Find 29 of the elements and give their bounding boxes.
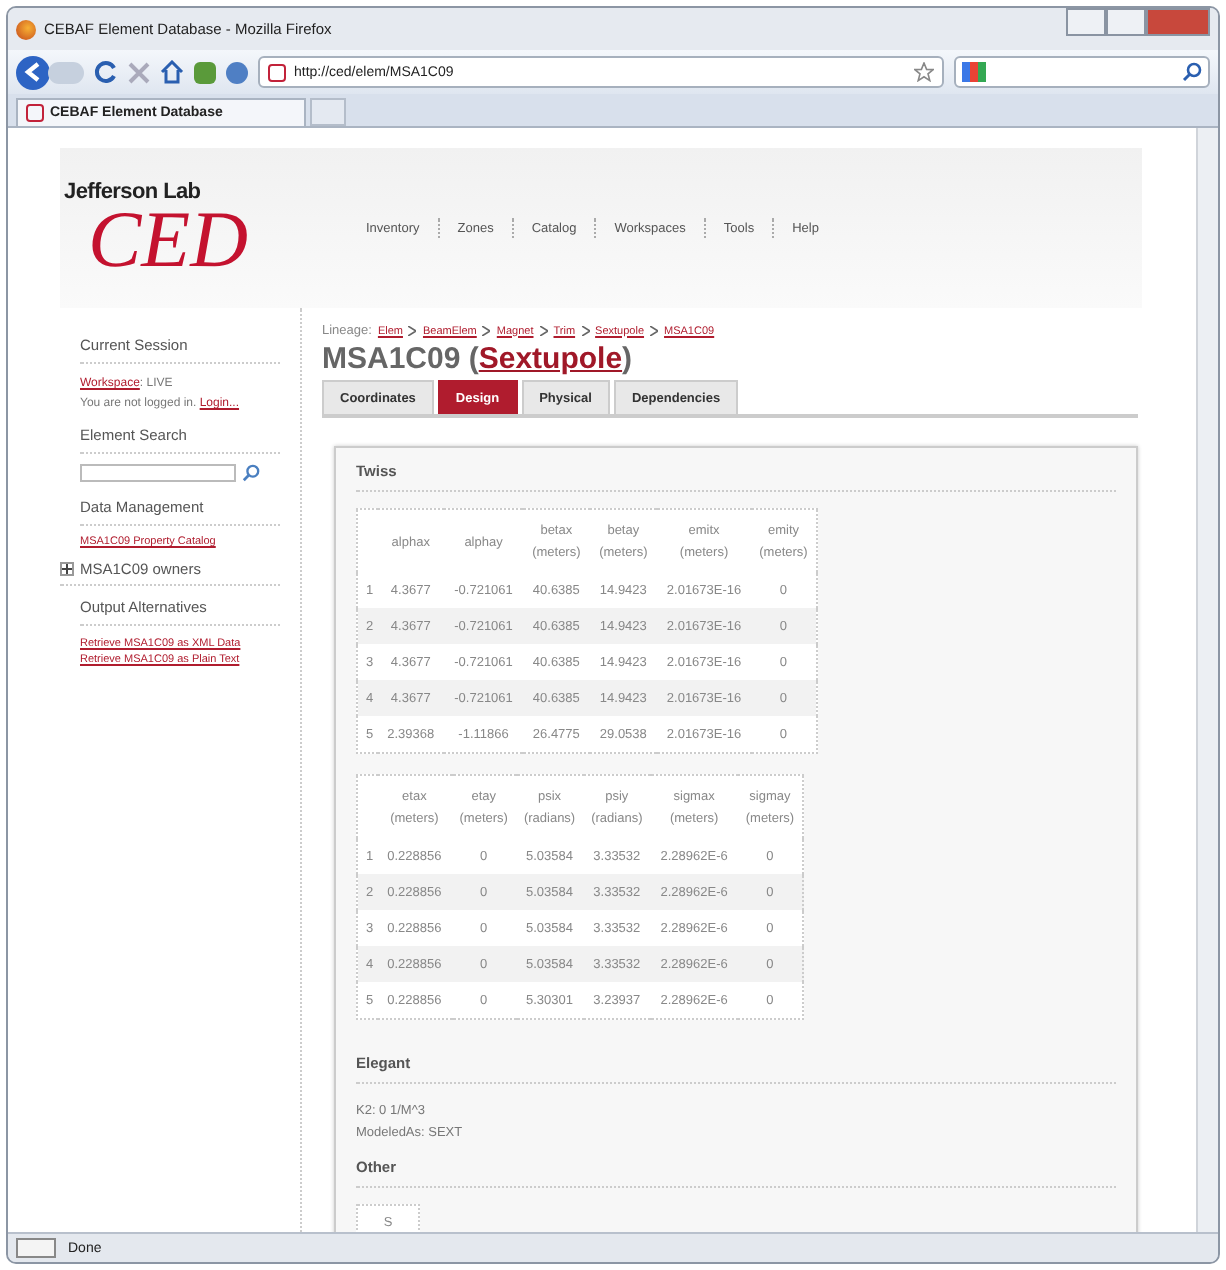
scrollbar[interactable] xyxy=(1196,128,1218,1232)
type-link[interactable]: Sextupole xyxy=(478,342,623,376)
chevron-icon xyxy=(650,326,659,336)
stop-icon[interactable] xyxy=(128,61,150,83)
chevron-icon xyxy=(581,326,590,336)
chevron-icon xyxy=(482,326,491,336)
search-icon[interactable] xyxy=(242,464,260,482)
reload-icon[interactable] xyxy=(94,60,118,84)
search-engine-icon xyxy=(962,62,986,82)
expand-icon[interactable] xyxy=(60,562,74,576)
back-button[interactable] xyxy=(16,55,50,89)
firefox-icon xyxy=(16,19,36,39)
extension-icon[interactable] xyxy=(194,61,216,83)
maximize-button[interactable] xyxy=(1106,8,1146,36)
logo-text: Jefferson Lab xyxy=(64,180,203,204)
chevron-icon xyxy=(539,326,548,336)
search-field[interactable] xyxy=(80,464,236,482)
site-icon xyxy=(268,63,286,81)
site-icon xyxy=(26,104,44,122)
minimize-button[interactable] xyxy=(1066,8,1106,36)
page-heading: MSA1C09 (Sextupole) xyxy=(322,342,635,376)
extension-icon[interactable] xyxy=(226,61,248,83)
chevron-icon xyxy=(408,326,417,336)
star-icon[interactable] xyxy=(914,62,934,82)
home-icon[interactable] xyxy=(160,60,184,84)
search-field[interactable] xyxy=(954,56,1210,88)
search-icon[interactable] xyxy=(1182,62,1202,82)
logo[interactable]: CED xyxy=(64,204,334,276)
status-icon xyxy=(16,1238,56,1258)
